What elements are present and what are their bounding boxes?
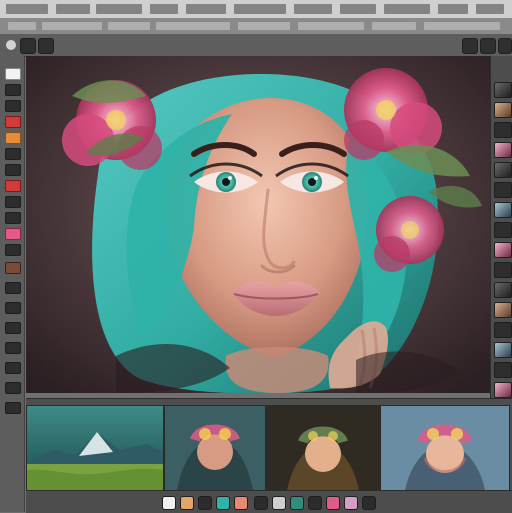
menu-item[interactable] <box>340 4 376 14</box>
menu-item[interactable] <box>96 4 142 14</box>
menu-item[interactable] <box>56 4 90 14</box>
color-swatch-icon[interactable] <box>326 496 340 510</box>
menu-item[interactable] <box>294 4 332 14</box>
tool-icon[interactable] <box>5 282 21 294</box>
option-control[interactable] <box>298 22 364 30</box>
layer-thumbnail[interactable] <box>494 362 512 378</box>
tool-icon[interactable] <box>5 402 21 414</box>
option-control[interactable] <box>372 22 416 30</box>
tool-icon[interactable] <box>5 116 21 128</box>
tool-icon[interactable] <box>5 302 21 314</box>
tool-icon[interactable] <box>5 180 21 192</box>
color-swatch-icon[interactable] <box>344 496 358 510</box>
photo-editor-window <box>0 0 512 513</box>
document-tab-bar <box>0 34 512 57</box>
tool-icon[interactable] <box>5 196 21 208</box>
option-control[interactable] <box>156 22 230 30</box>
tool-icon[interactable] <box>5 382 21 394</box>
tool-icon[interactable] <box>5 68 21 80</box>
tool-icon[interactable] <box>5 262 21 274</box>
tool-icon[interactable] <box>5 244 21 256</box>
layer-thumbnail[interactable] <box>494 162 512 178</box>
image-canvas[interactable] <box>26 56 490 393</box>
tool-icon[interactable] <box>5 84 21 96</box>
layer-thumbnail[interactable] <box>494 242 512 258</box>
menu-item[interactable] <box>150 4 178 14</box>
menu-bar <box>0 0 512 19</box>
color-swatch-icon[interactable] <box>162 496 176 510</box>
tool-icon[interactable] <box>5 100 21 112</box>
color-swatch-icon[interactable] <box>308 496 322 510</box>
thumbnail-filmstrip <box>26 398 512 491</box>
color-swatch-icon[interactable] <box>216 496 230 510</box>
woman-flower-crown-thumbnail <box>165 406 265 490</box>
layer-thumbnail[interactable] <box>494 102 512 118</box>
menu-item[interactable] <box>476 4 504 14</box>
tool-icon[interactable] <box>5 342 21 354</box>
window-control-icon[interactable] <box>6 40 16 50</box>
option-control[interactable] <box>238 22 290 30</box>
tools-panel <box>0 56 25 512</box>
color-swatch-icon[interactable] <box>180 496 194 510</box>
color-swatch-icon[interactable] <box>272 496 286 510</box>
options-bar <box>0 18 512 35</box>
menu-item[interactable] <box>186 4 226 14</box>
menu-item[interactable] <box>234 4 286 14</box>
menu-item[interactable] <box>438 4 468 14</box>
portrait-image <box>26 56 490 393</box>
tool-icon[interactable] <box>5 228 21 240</box>
tool-icon[interactable] <box>5 164 21 176</box>
woman-flower-crown-thumbnail <box>267 406 379 490</box>
layer-thumbnail[interactable] <box>494 302 512 318</box>
layer-thumbnail[interactable] <box>494 142 512 158</box>
filmstrip-thumbnail-landscape[interactable] <box>26 405 164 491</box>
color-swatch-icon[interactable] <box>198 496 212 510</box>
panel-toggle-icon[interactable] <box>20 38 36 54</box>
color-swatch-icon[interactable] <box>234 496 248 510</box>
panel-toggle-icon[interactable] <box>498 38 512 54</box>
tool-icon[interactable] <box>5 148 21 160</box>
layer-thumbnail[interactable] <box>494 262 512 278</box>
color-swatch-icon[interactable] <box>362 496 376 510</box>
panel-toggle-icon[interactable] <box>38 38 54 54</box>
layer-thumbnail[interactable] <box>494 282 512 298</box>
color-swatch-icon[interactable] <box>254 496 268 510</box>
layer-thumbnail[interactable] <box>494 182 512 198</box>
color-swatch-icon[interactable] <box>290 496 304 510</box>
filmstrip-thumbnail-portrait[interactable] <box>266 405 380 491</box>
tool-icon[interactable] <box>5 362 21 374</box>
layer-thumbnail[interactable] <box>494 342 512 358</box>
landscape-mountain-thumbnail <box>27 406 163 490</box>
option-control[interactable] <box>108 22 150 30</box>
tool-icon[interactable] <box>5 132 21 144</box>
layer-thumbnail[interactable] <box>494 122 512 138</box>
filmstrip-thumbnail-portrait[interactable] <box>380 405 510 491</box>
option-control[interactable] <box>424 22 500 30</box>
panel-toggle-icon[interactable] <box>462 38 478 54</box>
layer-thumbnail[interactable] <box>494 222 512 238</box>
tool-icon[interactable] <box>5 322 21 334</box>
layer-thumbnail[interactable] <box>494 82 512 98</box>
filmstrip-thumbnail-portrait[interactable] <box>164 405 266 491</box>
option-control[interactable] <box>42 22 102 30</box>
menu-item[interactable] <box>384 4 430 14</box>
menu-item[interactable] <box>6 4 48 14</box>
layer-thumbnail[interactable] <box>494 382 512 398</box>
bottom-toolbar <box>26 490 512 513</box>
woman-flower-crown-thumbnail <box>381 406 509 490</box>
panel-toggle-icon[interactable] <box>480 38 496 54</box>
tool-icon[interactable] <box>5 212 21 224</box>
layer-thumbnail[interactable] <box>494 202 512 218</box>
option-control[interactable] <box>8 22 36 30</box>
layer-thumbnail[interactable] <box>494 322 512 338</box>
